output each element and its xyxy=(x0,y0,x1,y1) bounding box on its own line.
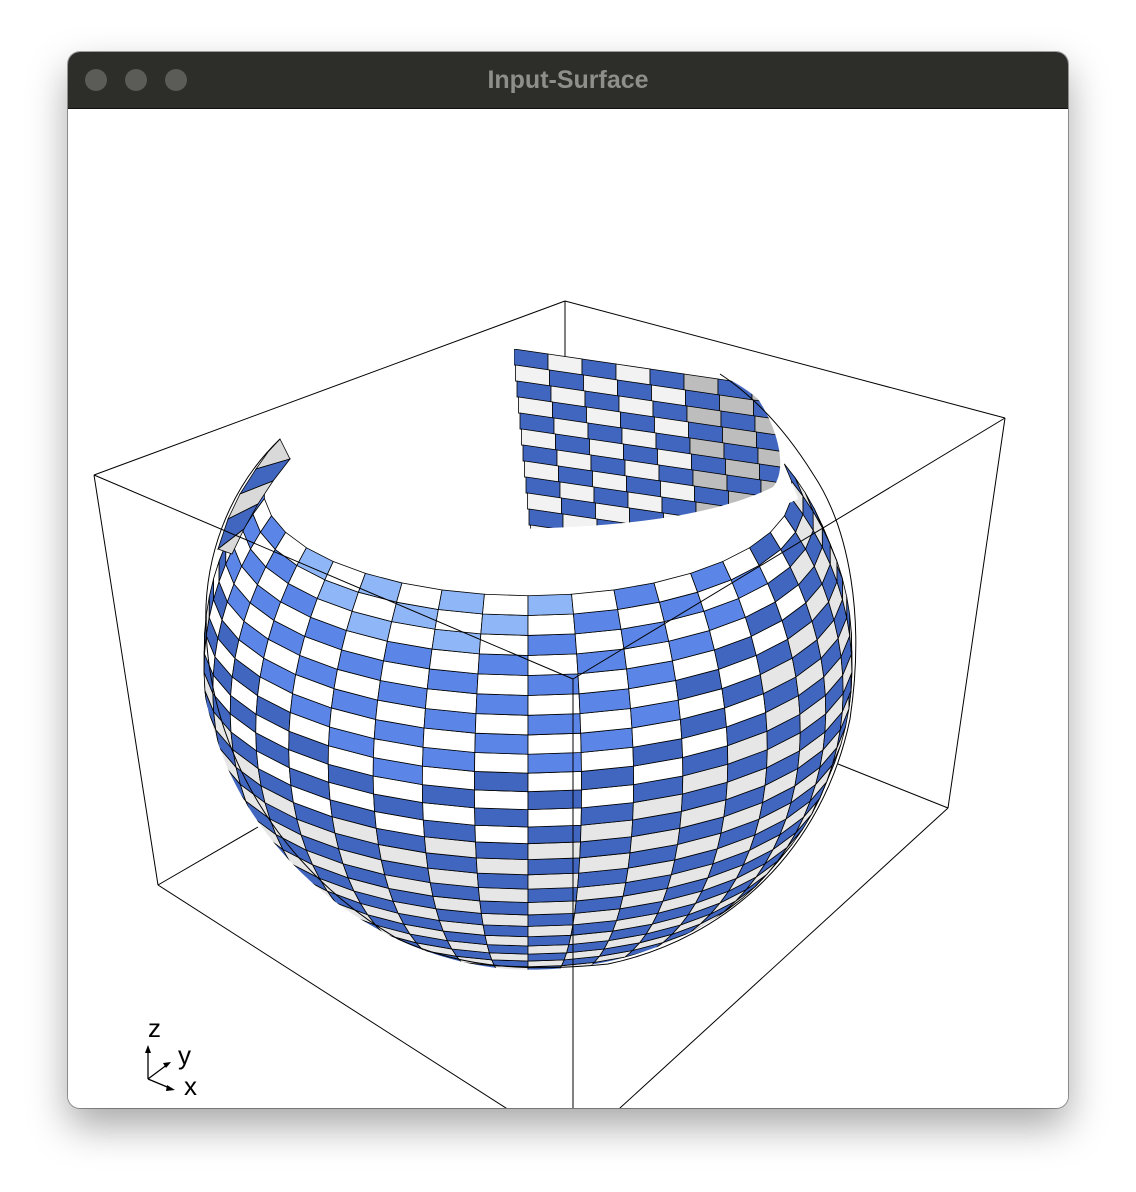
surface-tile xyxy=(478,633,529,656)
surface-tile xyxy=(402,952,434,965)
surface-tile xyxy=(500,974,528,977)
surface-tile xyxy=(599,535,633,556)
surface-tile xyxy=(527,771,582,793)
surface-tile xyxy=(577,966,610,970)
surface-tile xyxy=(474,732,529,755)
surface-tile xyxy=(530,524,565,529)
surface-tile xyxy=(663,512,698,529)
surface-tile xyxy=(476,673,529,696)
surface-tile xyxy=(527,693,581,716)
surface-tile xyxy=(475,841,529,861)
surface-tile xyxy=(480,912,529,927)
surface-tile xyxy=(480,613,529,636)
surface-tile xyxy=(527,924,574,938)
surface-tile xyxy=(527,633,578,656)
surface-tile xyxy=(472,971,502,976)
surface-tile xyxy=(412,955,447,967)
surface-tile xyxy=(497,970,528,974)
surface-tile xyxy=(474,771,529,793)
surface-tile xyxy=(697,517,732,529)
window-title: Input-Surface xyxy=(487,66,649,94)
surface-tile xyxy=(474,807,529,828)
surface-tile xyxy=(695,501,731,524)
surface-tile xyxy=(474,713,529,736)
surface-tile xyxy=(475,857,529,876)
surface-tile xyxy=(474,789,529,811)
surface-tile xyxy=(479,900,529,916)
surface-tile xyxy=(783,463,804,497)
axis-y-label: y xyxy=(178,1040,191,1070)
surface-tile xyxy=(370,936,403,953)
surface-tile xyxy=(527,900,577,916)
title-bar[interactable]: Input-Surface xyxy=(68,52,1068,109)
surface-tile xyxy=(553,971,583,976)
surface-tile xyxy=(528,970,559,974)
surface-tile xyxy=(699,534,733,555)
surface-tile xyxy=(389,946,424,961)
surface-tile xyxy=(565,530,599,551)
scene-svg[interactable]: z y x xyxy=(68,109,1068,1108)
surface-tile xyxy=(527,857,581,876)
surface-tile xyxy=(667,545,701,566)
surface-tile xyxy=(478,973,506,976)
surface-tile xyxy=(482,924,529,938)
surface-tile xyxy=(527,872,580,890)
surface-tile xyxy=(484,974,509,976)
surface-tile xyxy=(664,528,700,529)
surface-tile xyxy=(547,974,572,976)
surface-tile xyxy=(630,523,666,529)
surface-tile xyxy=(475,693,529,716)
surface-tile xyxy=(506,976,528,977)
surface-tile xyxy=(438,961,473,970)
surface-tile xyxy=(633,540,667,561)
surface-tile xyxy=(527,653,579,676)
surface-tile xyxy=(466,966,501,970)
surface-tile xyxy=(528,974,556,977)
x-arrow-icon xyxy=(166,1085,175,1091)
surface-tile xyxy=(571,968,602,970)
surface-tile xyxy=(571,589,619,615)
surface-tile xyxy=(528,976,553,978)
surface-tile xyxy=(454,968,485,970)
surface-tile xyxy=(474,752,529,774)
surface-tile xyxy=(527,789,582,811)
surface-tile xyxy=(527,593,574,616)
surface-tile xyxy=(476,872,529,890)
surface-tile xyxy=(527,912,576,927)
surface-tile xyxy=(433,963,464,970)
surface-tile xyxy=(527,613,576,636)
surface-tile xyxy=(503,976,528,978)
axis-x-label: x xyxy=(184,1071,197,1101)
axis-z-label: z xyxy=(148,1013,161,1043)
surface-tile xyxy=(728,490,763,513)
surface-tile xyxy=(528,976,550,977)
surface-tile xyxy=(729,506,765,529)
surface-tile xyxy=(550,973,578,976)
surface-tile xyxy=(760,479,781,502)
axes-triad: z y x xyxy=(145,1013,197,1101)
surface-tile xyxy=(422,959,456,970)
surface-outer-shell xyxy=(203,463,853,978)
render-viewport[interactable]: z y x xyxy=(68,109,1068,1108)
surface-tile xyxy=(477,887,529,903)
surface-tile xyxy=(527,887,579,903)
surface-tile xyxy=(446,966,479,970)
surface-tile xyxy=(437,589,485,615)
z-arrow-icon xyxy=(145,1045,151,1053)
surface-tile xyxy=(527,673,580,696)
surface-tile xyxy=(482,593,529,616)
app-window: Input-Surface z y x xyxy=(68,52,1068,1108)
surface-tile xyxy=(474,824,529,845)
